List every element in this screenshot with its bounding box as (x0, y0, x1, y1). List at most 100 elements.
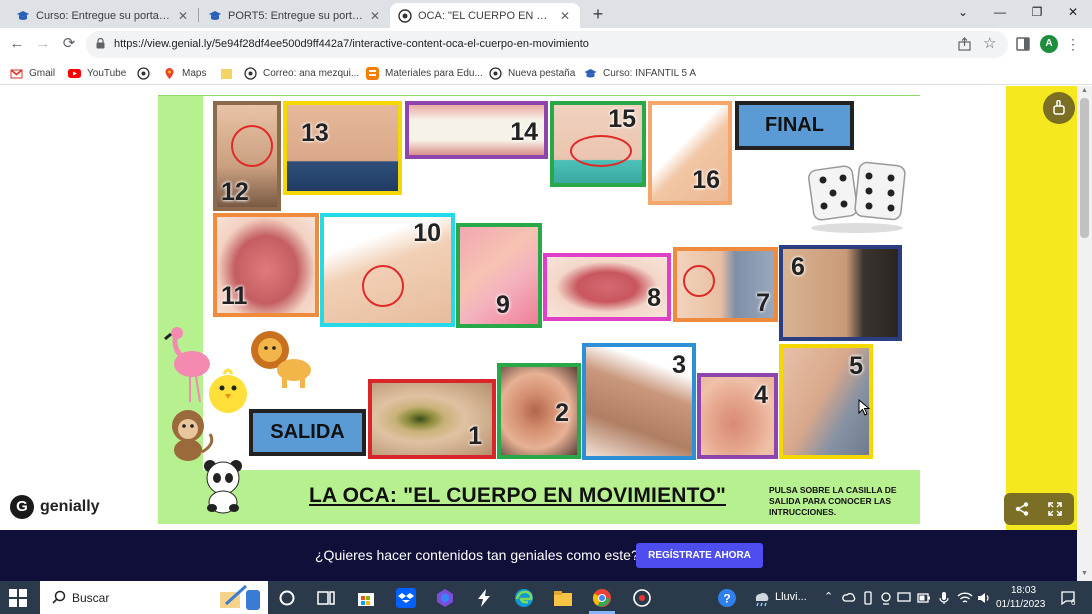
webcam-icon[interactable] (879, 591, 893, 605)
new-tab-button[interactable]: + (589, 5, 607, 23)
bookmark-curso-infantil[interactable]: Curso: INFANTIL 5 A (584, 65, 696, 81)
globe-icon (489, 66, 502, 80)
cloud-sync-icon[interactable] (842, 591, 856, 605)
weather-text[interactable]: Lluvi... (775, 591, 807, 603)
task-view-icon[interactable] (317, 589, 335, 607)
bookmark-label: Maps (182, 67, 207, 79)
square-16[interactable]: 16 (648, 101, 732, 205)
help-icon[interactable]: ? (716, 587, 738, 609)
windows-start-icon[interactable] (9, 589, 27, 607)
fullscreen-icon[interactable] (1048, 502, 1062, 516)
start-square-salida[interactable]: SALIDA (249, 409, 366, 456)
scrollbar-thumb[interactable] (1080, 98, 1089, 238)
bookmark-gmail[interactable]: Gmail (10, 65, 55, 81)
tray-overflow-chevron-icon[interactable]: ⌃ (824, 590, 833, 603)
scroll-down-arrow-icon[interactable]: ▼ (1080, 570, 1089, 577)
bookmark-label: Curso: INFANTIL 5 A (603, 67, 696, 79)
close-icon[interactable]: ✕ (368, 9, 382, 23)
display-icon[interactable] (897, 591, 911, 605)
page-scrollbar[interactable]: ▲ ▼ (1077, 86, 1092, 581)
side-panel-icon[interactable] (1015, 36, 1031, 52)
final-square[interactable]: FINAL (735, 101, 854, 150)
address-bar[interactable]: https://view.genial.ly/5e94f28df4ee500d9… (86, 31, 1008, 58)
square-14[interactable]: 14 (405, 101, 548, 159)
usb-icon[interactable] (861, 591, 875, 605)
square-number: 9 (496, 291, 510, 319)
url-text[interactable]: https://view.genial.ly/5e94f28df4ee500d9… (114, 38, 589, 50)
windows-taskbar: Buscar ? Lluvi... ⌃ 18:03 01/11/2023 6 (0, 581, 1092, 614)
interactivity-button[interactable] (1043, 92, 1075, 124)
edge-icon[interactable] (513, 587, 535, 609)
square-3[interactable]: 3 (582, 343, 696, 460)
battery-icon[interactable] (917, 591, 931, 605)
tab-search-chevron-icon[interactable]: ⌄ (951, 2, 975, 22)
tab-oca-cuerpo[interactable]: OCA: "EL CUERPO EN MOVIMIE ✕ (390, 3, 580, 28)
dropbox-icon[interactable] (395, 587, 417, 609)
tab-curso-portafolio[interactable]: Curso: Entregue su portafolio - N ✕ (8, 3, 198, 28)
genially-logo[interactable]: G genially (10, 495, 100, 519)
close-icon[interactable]: ✕ (176, 9, 190, 23)
highlight-ring (231, 125, 273, 167)
profile-avatar[interactable]: A (1040, 35, 1058, 53)
bookmark-youtube[interactable]: YouTube (68, 65, 126, 81)
register-now-button[interactable]: REGÍSTRATE AHORA (636, 543, 763, 568)
power-automate-icon[interactable] (473, 587, 495, 609)
square-1[interactable]: 1 (368, 379, 496, 459)
square-10[interactable]: 10 (320, 213, 455, 327)
bookmark-materiales[interactable]: Materiales para Edu... (366, 65, 483, 81)
volume-icon[interactable] (977, 591, 991, 605)
square-15[interactable]: 15 (550, 101, 646, 187)
square-2[interactable]: 2 (497, 363, 581, 459)
bookmark-correo[interactable]: Correo: ana mezqui... (244, 65, 359, 81)
close-window-button[interactable]: ✕ (1061, 2, 1085, 22)
notification-count-badge: 6 (1071, 598, 1076, 607)
share-icon[interactable] (1015, 502, 1029, 516)
restore-button[interactable]: ❐ (1025, 2, 1049, 22)
folder-icon (221, 68, 232, 79)
square-8[interactable]: 8 (543, 253, 671, 321)
bookmark-folder[interactable] (220, 65, 239, 81)
microphone-icon[interactable] (937, 591, 951, 605)
mouse-cursor-icon (858, 399, 870, 416)
bookmark-globe[interactable] (137, 65, 156, 81)
minimize-button[interactable]: — (988, 2, 1012, 22)
taskbar-search[interactable]: Buscar (40, 581, 268, 614)
reload-button[interactable]: ⟳ (60, 35, 78, 53)
square-number: 15 (608, 105, 636, 133)
clock-time[interactable]: 18:03 (1011, 585, 1036, 596)
bookmark-star-icon[interactable]: ☆ (983, 35, 996, 53)
blogger-icon (366, 66, 379, 80)
cortana-icon[interactable] (278, 589, 296, 607)
share-page-icon[interactable] (957, 37, 972, 52)
genially-action-bar (1004, 493, 1074, 525)
mortarboard-icon (209, 10, 221, 20)
bookmark-nueva-pestana[interactable]: Nueva pestaña (489, 65, 575, 81)
tab-port5-portafolio[interactable]: PORT5: Entregue su portafolio ✕ (200, 3, 390, 28)
page-viewport: FINAL 12 13 14 15 16 11 10 9 8 7 6 SALID… (0, 86, 1077, 581)
square-4[interactable]: 4 (697, 373, 778, 459)
forward-button[interactable]: → (34, 35, 52, 53)
microsoft-store-icon[interactable] (355, 587, 377, 609)
back-button[interactable]: ← (8, 35, 26, 53)
screen-recorder-icon[interactable] (631, 587, 653, 609)
youtube-icon (68, 68, 81, 78)
square-13[interactable]: 13 (283, 101, 402, 195)
clock-date[interactable]: 01/11/2023 (996, 599, 1045, 610)
close-icon[interactable]: ✕ (558, 9, 572, 23)
file-explorer-icon[interactable] (552, 587, 574, 609)
browser-menu-icon[interactable]: ⋮ (1066, 35, 1080, 53)
square-number: 8 (647, 284, 661, 312)
app-hexagon-icon[interactable] (434, 587, 456, 609)
chrome-icon[interactable] (591, 587, 613, 609)
square-6[interactable]: 6 (779, 245, 902, 341)
wifi-icon[interactable] (957, 591, 973, 605)
square-9[interactable]: 9 (456, 223, 542, 328)
square-7[interactable]: 7 (673, 247, 778, 322)
scroll-up-arrow-icon[interactable]: ▲ (1080, 87, 1089, 94)
square-12[interactable]: 12 (213, 101, 281, 211)
bookmark-maps[interactable]: Maps (163, 65, 206, 81)
mortarboard-icon (584, 68, 597, 77)
square-11[interactable]: 11 (213, 213, 319, 317)
bookmark-label: Materiales para Edu... (385, 67, 483, 79)
svg-text:?: ? (723, 592, 730, 606)
